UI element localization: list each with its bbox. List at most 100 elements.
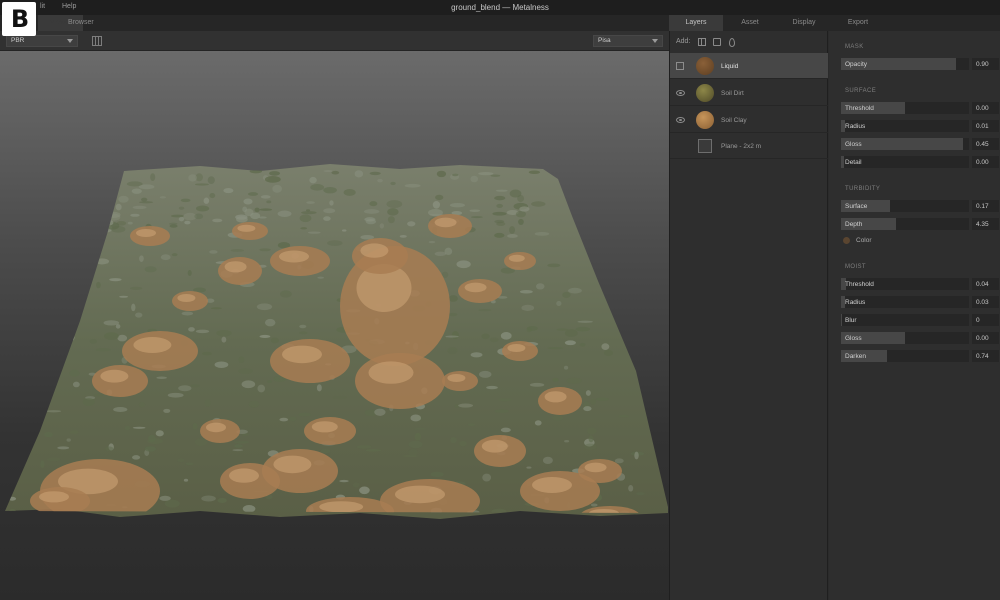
moist-blur-row[interactable]: Blur 0 — [841, 314, 999, 326]
terrain-speckle — [584, 443, 597, 450]
terrain-speckle — [494, 195, 506, 201]
turbidity-surface-row[interactable]: Surface 0.17 — [841, 200, 999, 212]
moist-blur-value[interactable]: 0 — [972, 314, 999, 326]
terrain-speckle — [8, 496, 17, 501]
eye-icon[interactable] — [676, 117, 685, 123]
terrain-speckle — [590, 398, 597, 405]
terrain-speckle — [209, 250, 218, 254]
terrain-speckle — [459, 440, 467, 447]
terrain-speckle — [590, 503, 598, 507]
tab-browser[interactable]: Browser — [56, 15, 106, 31]
turbidity-surface-value[interactable]: 0.17 — [972, 200, 999, 212]
surface-detail-row[interactable]: Detail 0.00 — [841, 156, 999, 168]
moist-radius-value[interactable]: 0.03 — [972, 296, 999, 308]
surface-threshold-row[interactable]: Threshold 0.00 — [841, 102, 999, 114]
terrain-speckle — [323, 208, 336, 214]
terrain-speckle — [159, 196, 166, 199]
terrain-speckle — [209, 193, 216, 199]
turbidity-surface-slider[interactable]: Surface — [841, 200, 969, 212]
terrain-speckle — [203, 197, 210, 204]
terrain-speckle — [317, 276, 325, 279]
tab-export[interactable]: Export — [831, 15, 885, 31]
terrain-speckle — [127, 221, 133, 225]
color-swatch[interactable] — [843, 237, 850, 244]
moist-gloss-value[interactable]: 0.00 — [972, 332, 999, 344]
surface-radius-slider[interactable]: Radius — [841, 120, 969, 132]
grid-toggle-icon[interactable] — [92, 36, 102, 46]
moist-blur-slider[interactable]: Blur — [841, 314, 969, 326]
slider-label: Depth — [845, 220, 863, 228]
terrain-speckle — [364, 217, 376, 222]
visibility-checkbox-icon[interactable] — [676, 62, 684, 70]
terrain-speckle — [181, 311, 194, 316]
moist-radius-slider[interactable]: Radius — [841, 296, 969, 308]
surface-radius-row[interactable]: Radius 0.01 — [841, 120, 999, 132]
clay-highlight — [464, 282, 487, 293]
layer-item-liquid[interactable]: Liquid — [670, 53, 828, 79]
terrain-speckle — [301, 211, 317, 215]
terrain-speckle — [40, 460, 45, 468]
terrain-speckle — [260, 195, 271, 199]
moist-darken-value[interactable]: 0.74 — [972, 350, 999, 362]
layer-item-plane[interactable]: Plane - 2x2 m — [670, 133, 828, 159]
surface-gloss-slider[interactable]: Gloss — [841, 138, 969, 150]
opacity-slider-row[interactable]: Opacity 0.90 — [841, 58, 999, 70]
surface-detail-value[interactable]: 0.00 — [972, 156, 999, 168]
terrain-speckle — [369, 201, 378, 207]
terrain-speckle — [141, 197, 148, 202]
terrain-speckle — [467, 423, 476, 426]
surface-gloss-row[interactable]: Gloss 0.45 — [841, 138, 999, 150]
environment-select[interactable]: Pisa — [593, 35, 663, 47]
render-mode-value: PBR — [11, 37, 25, 44]
add-mask-icon[interactable] — [713, 38, 721, 46]
terrain-speckle — [139, 201, 154, 204]
3d-viewport[interactable] — [0, 51, 669, 600]
turbidity-depth-slider[interactable]: Depth — [841, 218, 969, 230]
clay-highlight — [206, 422, 226, 433]
surface-detail-slider[interactable]: Detail — [841, 156, 969, 168]
layer-item-soil-dirt[interactable]: Soil Dirt — [670, 80, 828, 106]
tab-display[interactable]: Display — [777, 15, 831, 31]
opacity-slider[interactable]: Opacity — [841, 58, 969, 70]
terrain-speckle — [178, 216, 185, 222]
terrain-speckle — [266, 200, 272, 204]
tab-layers[interactable]: Layers — [669, 15, 723, 31]
color-label: Color — [856, 237, 872, 244]
terrain-speckle — [448, 312, 458, 317]
terrain-speckle — [519, 206, 530, 212]
clay-highlight — [279, 250, 309, 263]
render-mode-select[interactable]: PBR — [6, 35, 78, 47]
moist-threshold-slider[interactable]: Threshold — [841, 278, 969, 290]
surface-radius-value[interactable]: 0.01 — [972, 120, 999, 132]
terrain-speckle — [521, 304, 535, 311]
turbidity-depth-value[interactable]: 4.35 — [972, 218, 999, 230]
slider-label: Darken — [845, 352, 866, 360]
properties-panel: MASK Opacity 0.90 SURFACE Threshold 0.00… — [829, 31, 1000, 600]
terrain-speckle — [575, 326, 591, 332]
turbidity-depth-row[interactable]: Depth 4.35 — [841, 218, 999, 230]
add-fill-layer-icon[interactable] — [698, 38, 706, 46]
surface-threshold-value[interactable]: 0.00 — [972, 102, 999, 114]
tab-asset[interactable]: Asset — [723, 15, 777, 31]
moist-gloss-row[interactable]: Gloss 0.00 — [841, 332, 999, 344]
moist-darken-row[interactable]: Darken 0.74 — [841, 350, 999, 362]
terrain-speckle — [320, 448, 331, 454]
eye-icon[interactable] — [676, 90, 685, 96]
moist-radius-row[interactable]: Radius 0.03 — [841, 296, 999, 308]
moist-threshold-row[interactable]: Threshold 0.04 — [841, 278, 999, 290]
add-liquid-icon[interactable] — [729, 38, 735, 47]
moist-darken-slider[interactable]: Darken — [841, 350, 969, 362]
surface-threshold-slider[interactable]: Threshold — [841, 102, 969, 114]
layer-item-soil-clay[interactable]: Soil Clay — [670, 107, 828, 133]
moist-gloss-slider[interactable]: Gloss — [841, 332, 969, 344]
moist-threshold-value[interactable]: 0.04 — [972, 278, 999, 290]
section-title-turbidity: TURBIDITY — [845, 186, 881, 192]
opacity-value[interactable]: 0.90 — [972, 58, 999, 70]
terrain-speckle — [568, 287, 582, 294]
terrain-speckle — [399, 235, 407, 238]
terrain-speckle — [387, 216, 395, 224]
terrain-speckle — [187, 269, 192, 277]
terrain-speckle — [242, 505, 256, 513]
surface-gloss-value[interactable]: 0.45 — [972, 138, 999, 150]
terrain-speckle — [494, 219, 505, 224]
